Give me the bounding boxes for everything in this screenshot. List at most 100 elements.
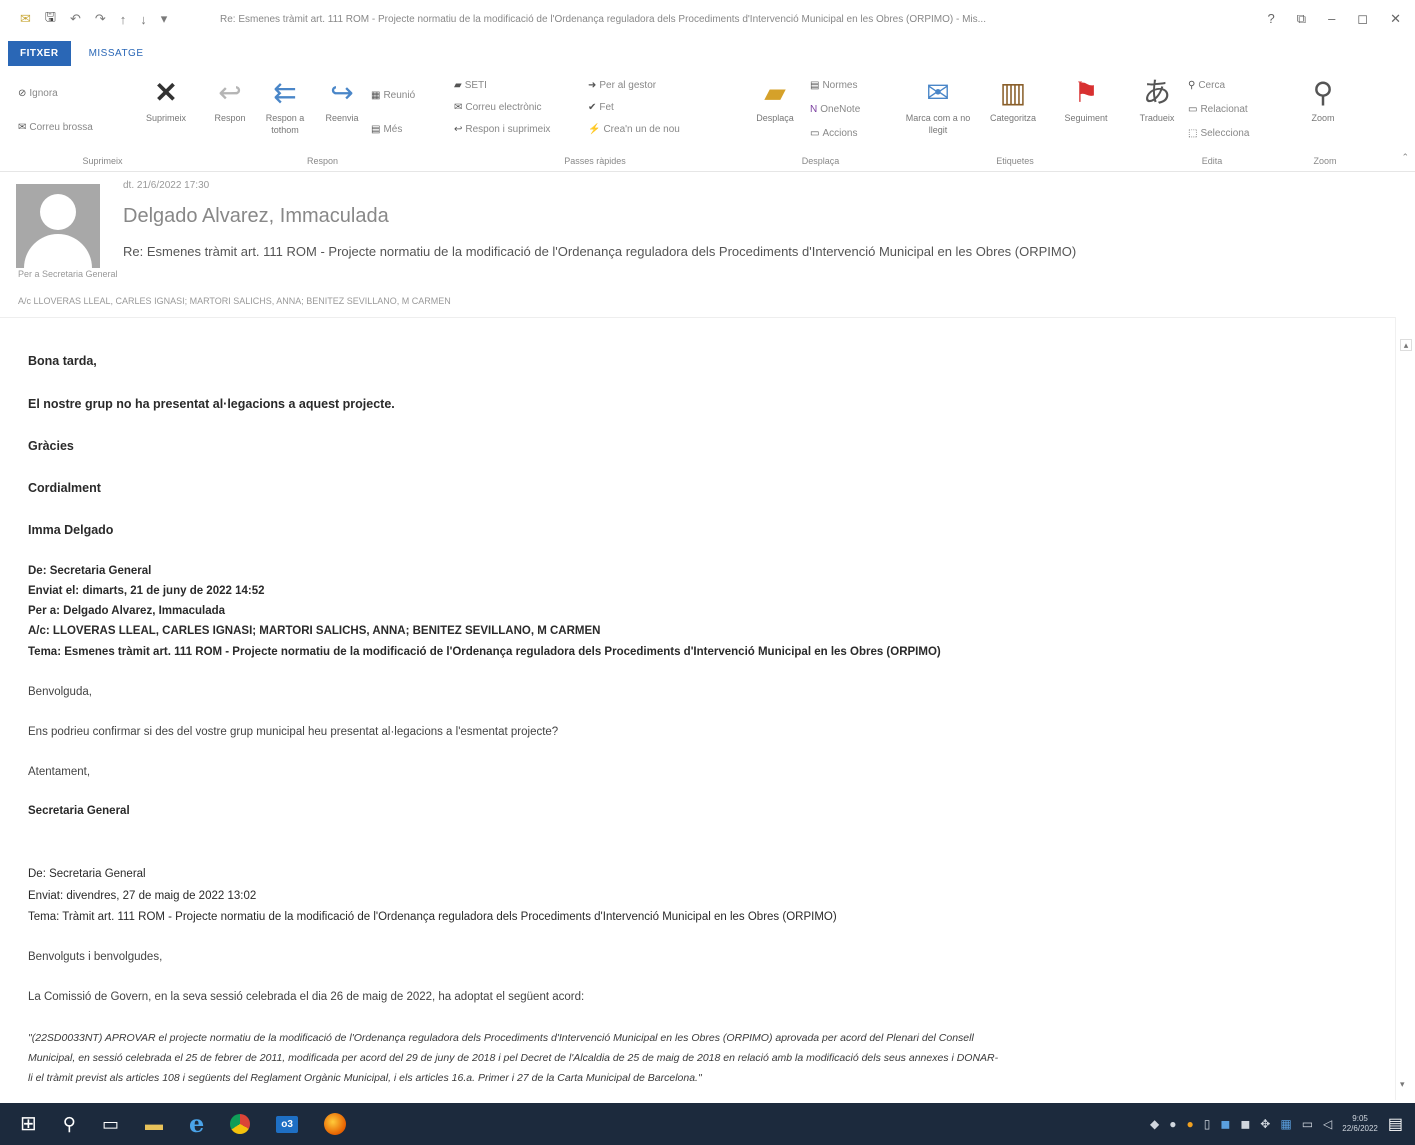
quick-step-2[interactable]: ✉ Correu electrònic — [454, 102, 542, 113]
tray-app-icon[interactable]: ● — [1187, 1117, 1194, 1131]
group-zoom-label: Zoom — [1313, 156, 1337, 166]
junk-button[interactable]: ✉ Correu brossa — [18, 122, 93, 133]
meeting-icon: ▦ — [371, 90, 381, 101]
message-body: Bona tarda, El nostre grup no ha present… — [0, 317, 1395, 1100]
volume-icon[interactable]: ◁ — [1323, 1117, 1332, 1131]
tray-app-icon[interactable]: ◼ — [1240, 1117, 1250, 1131]
quick-step-1[interactable]: ▰ SETI — [454, 80, 487, 91]
categorize-button[interactable]: ▥ Categoritza — [978, 78, 1048, 124]
scroll-up-arrow-icon[interactable]: ▴ — [1400, 339, 1412, 351]
chrome-icon[interactable] — [230, 1114, 251, 1134]
close-button[interactable]: ✕ — [1390, 11, 1401, 27]
forward-button[interactable]: ↪ Reenvia — [317, 78, 367, 124]
tray-app-icon[interactable]: ▦ — [1280, 1117, 1291, 1131]
quote1-sent: Enviat el: dimarts, 21 de juny de 2022 1… — [28, 585, 265, 597]
firefox-icon[interactable] — [323, 1113, 346, 1135]
quote1-from: De: Secretaria General — [28, 565, 152, 577]
related-button[interactable]: ▭ Relacionat — [1188, 104, 1248, 115]
group-tags-label: Etiquetes — [996, 156, 1034, 166]
quote2-agreement-line1: "(22SD0033NT) APROVAR el projecte normat… — [28, 1032, 974, 1044]
recipient-cc[interactable]: A/c LLOVERAS LLEAL, CARLES IGNASI; MARTO… — [18, 296, 451, 306]
select-button[interactable]: ⬚ Selecciona — [1188, 128, 1249, 139]
reply-delete-icon: ↩ — [454, 124, 463, 135]
quick-step-6[interactable]: ⚡ Crea'n un de nou — [588, 124, 680, 135]
vertical-scrollbar[interactable]: ▴ ▾ — [1395, 317, 1415, 1100]
help-button[interactable]: ? — [1268, 11, 1275, 27]
meeting-button[interactable]: ▦ Reunió — [371, 90, 415, 101]
tray-app-icon[interactable]: ◆ — [1150, 1117, 1159, 1131]
tray-app-icon[interactable]: ◼ — [1220, 1117, 1230, 1131]
tray-app-icon[interactable]: ▯ — [1204, 1117, 1211, 1131]
folder-icon: ▰ — [454, 80, 462, 91]
window-controls: ? ⧉ – ◻ ✕ — [1268, 11, 1415, 27]
greeting: Bona tarda, — [28, 354, 97, 368]
ribbon: ⊘ Ignora ✉ Correu brossa ✕ Suprimeix Suprim… — [0, 68, 1415, 172]
junk-label: Correu brossa — [29, 122, 93, 133]
search-icon[interactable]: ⚲ — [63, 1114, 76, 1134]
redo-icon[interactable]: ↷ — [95, 11, 106, 27]
reply-button[interactable]: ↩ Respon — [207, 78, 253, 124]
scroll-down-arrow-icon[interactable]: ▾ — [1400, 1079, 1405, 1090]
ribbon-display-button[interactable]: ⧉ — [1297, 11, 1306, 27]
more-button[interactable]: ▤ Més — [371, 124, 402, 135]
file-explorer-icon[interactable]: ▬ — [145, 1114, 163, 1134]
notifications-icon[interactable]: ▤ — [1388, 1114, 1403, 1134]
forward-label: Reenvia — [325, 113, 359, 123]
quick-step-4[interactable]: ➜ Per al gestor — [588, 80, 656, 91]
find-button[interactable]: ⚲ Cerca — [1188, 80, 1225, 91]
sender-name[interactable]: Delgado Alvarez, Immaculada — [123, 205, 389, 228]
followup-button[interactable]: ⚑ Seguiment — [1050, 78, 1122, 124]
group-quick-steps: ▰ SETI ✉ Correu electrònic ↩ Respon i supri… — [450, 72, 740, 170]
actions-button[interactable]: ▭ Accions — [810, 128, 857, 139]
rules-icon: ▤ — [810, 80, 820, 91]
select-label: Selecciona — [1200, 128, 1250, 139]
rules-button[interactable]: ▤ Normes — [810, 80, 857, 91]
customize-qat-icon[interactable]: ▾ — [161, 11, 168, 27]
delete-icon: ✕ — [154, 77, 178, 108]
thanks: Gràcies — [28, 439, 74, 453]
undo-icon[interactable]: ↶ — [70, 11, 81, 27]
move-button[interactable]: ▰ Desplaça — [748, 78, 802, 124]
clock[interactable]: 9:05 22/6/2022 — [1342, 1114, 1378, 1134]
forward-icon: ↪ — [330, 77, 354, 108]
previous-item-icon[interactable]: ↑ — [120, 12, 127, 27]
network-icon[interactable]: ✥ — [1260, 1117, 1270, 1131]
quick-access-toolbar: ✉ 🖫 ↶ ↷ ↑ ↓ ▾ — [0, 8, 220, 30]
task-view-icon[interactable]: ▭ — [102, 1114, 119, 1134]
onenote-button[interactable]: N OneNote — [810, 104, 860, 115]
group-edit-label: Edita — [1201, 156, 1223, 166]
minimize-button[interactable]: – — [1328, 11, 1335, 27]
windows-start-icon[interactable]: ⊞ — [20, 1114, 37, 1134]
tray-app-icon[interactable]: ● — [1169, 1117, 1176, 1131]
next-item-icon[interactable]: ↓ — [140, 12, 147, 27]
group-delete: ⊘ Ignora ✉ Correu brossa ✕ Suprimeix Suprim… — [10, 72, 195, 170]
ignore-button[interactable]: ⊘ Ignora — [18, 88, 58, 99]
outlook-taskbar-icon[interactable]: o3 — [276, 1115, 298, 1133]
internet-explorer-icon[interactable]: e — [189, 1112, 204, 1136]
tab-file[interactable]: FITXER — [8, 40, 71, 66]
zoom-button[interactable]: ⚲ Zoom — [1295, 78, 1351, 124]
reply-all-button[interactable]: ⇇ Respon a tothom — [257, 78, 313, 136]
mark-unread-button[interactable]: ✉ Marca com a no llegit — [900, 78, 976, 136]
tab-message[interactable]: MISSATGE — [89, 48, 144, 59]
message-subject: Re: Esmenes tràmit art. 111 ROM - Projec… — [123, 244, 1077, 259]
recipient-to[interactable]: Per a Secretaria General — [18, 269, 118, 279]
signature: Imma Delgado — [28, 523, 114, 537]
delete-button[interactable]: ✕ Suprimeix — [138, 78, 194, 124]
system-tray: ◆ ● ● ▯ ◼ ◼ ✥ ▦ ▭ ◁ 9:05 22/6/2022 ▤ — [1150, 1114, 1415, 1134]
avatar — [16, 184, 100, 268]
message-header: dt. 21/6/2022 17:30 Delgado Alvarez, Imm… — [0, 172, 1415, 317]
save-icon[interactable]: 🖫 — [45, 8, 56, 30]
translate-icon: あ — [1142, 77, 1171, 108]
junk-icon: ✉ — [18, 122, 27, 133]
quick-step-3[interactable]: ↩ Respon i suprimeix — [454, 124, 550, 135]
display-icon[interactable]: ▭ — [1302, 1117, 1313, 1131]
maximize-button[interactable]: ◻ — [1357, 11, 1368, 27]
collapse-ribbon-icon[interactable]: ⌃ — [1401, 152, 1409, 163]
quick-step-5[interactable]: ✔ Fet — [588, 102, 614, 113]
magnifier-icon: ⚲ — [1312, 77, 1334, 108]
quote1-greeting: Benvolguda, — [28, 686, 92, 698]
group-zoom: ⚲ Zoom Zoom — [1295, 72, 1355, 170]
quote1-cc: A/c: LLOVERAS LLEAL, CARLES IGNASI; MART… — [28, 625, 601, 637]
translate-button[interactable]: あ Tradueix — [1132, 78, 1182, 124]
